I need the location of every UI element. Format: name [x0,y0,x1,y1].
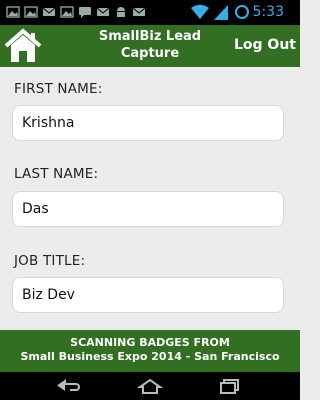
chat-icon [79,7,91,18]
app-title: SmallBiz Lead Capture [90,28,210,62]
footer-line2: Small Business Expo 2014 - San Francisco [20,350,280,363]
status-bar: 5:33 [0,0,300,25]
job-title-value: Biz Dev [22,287,75,303]
app-title-line1: SmallBiz Lead [98,29,202,44]
home-icon[interactable] [136,378,164,394]
wifi-icon [191,4,209,19]
job-title-field[interactable]: Biz Dev [12,277,284,313]
sync-icon [235,5,249,19]
app-header: SmallBiz Lead Capture Log Out [0,25,300,67]
mail-icon [96,7,110,16]
android-icon [117,7,125,17]
recent-apps-icon[interactable] [216,378,244,394]
back-icon[interactable] [56,378,84,394]
first-name-field[interactable]: Krishna [12,105,284,141]
lead-form: FIRST NAME: Krishna LAST NAME: Das JOB T… [0,67,300,330]
first-name-label: FIRST NAME: [14,81,103,97]
home-icon[interactable] [4,28,42,64]
last-name-label: LAST NAME: [14,166,99,182]
app-title-line2: Capture [120,46,180,61]
footer-banner: SCANNING BADGES FROM Small Business Expo… [0,330,300,372]
first-name-value: Krishna [22,115,75,131]
mail-icon [132,7,146,16]
signal-icon [214,5,228,20]
image-icon [6,6,20,18]
clock: 5:33 [252,4,284,20]
job-title-label: JOB TITLE: [14,253,86,269]
last-name-field[interactable]: Das [12,191,284,227]
image-icon [60,6,74,18]
image-icon [24,6,38,18]
mail-icon [42,7,56,16]
navigation-bar [0,372,300,400]
last-name-value: Das [22,201,49,217]
footer-line1: SCANNING BADGES FROM [70,336,230,349]
logout-button[interactable]: Log Out [234,37,296,53]
